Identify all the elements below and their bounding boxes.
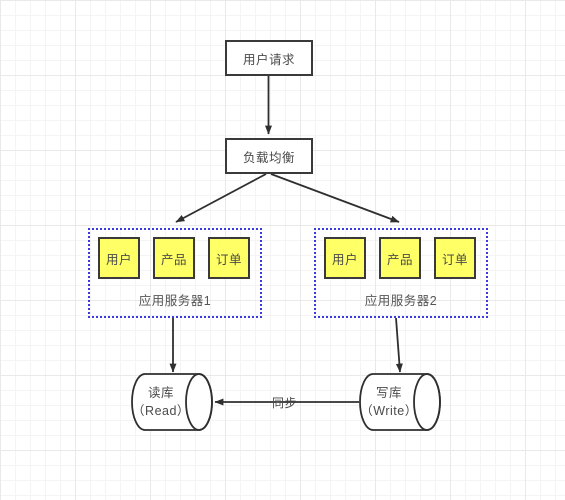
node-write-db-label-secondary: （Write） (360, 404, 418, 418)
node-write-db[interactable]: 写库 （Write） (359, 373, 441, 431)
node-read-db[interactable]: 读库 （Read） (131, 373, 213, 431)
node-read-db-label-primary: 读库 (147, 385, 174, 400)
diagram-canvas: 用户请求 负载均衡 用户 产品 订单 应用服务器1 用户 产品 订单 应用服务器… (0, 0, 565, 500)
service-box-order-1-label: 订单 (215, 252, 242, 267)
node-user-request-label: 用户请求 (242, 52, 295, 67)
service-box-product-2[interactable]: 产品 (379, 237, 421, 279)
node-read-db-labels: 读库 （Read） (131, 373, 191, 431)
node-read-db-label-secondary: （Read） (132, 404, 190, 418)
group-app-server-1[interactable]: 用户 产品 订单 应用服务器1 (88, 228, 262, 318)
node-write-db-labels: 写库 （Write） (359, 373, 419, 431)
service-box-order-1[interactable]: 订单 (208, 237, 250, 279)
service-box-product-1-label: 产品 (160, 252, 187, 267)
service-box-user-2-label: 用户 (331, 252, 358, 267)
service-box-product-2-label: 产品 (386, 252, 413, 267)
service-box-user-1[interactable]: 用户 (98, 237, 140, 279)
service-box-order-2[interactable]: 订单 (434, 237, 476, 279)
service-box-user-2[interactable]: 用户 (324, 237, 366, 279)
group-app-server-1-label: 应用服务器1 (138, 294, 212, 308)
edge-load-balancer-to-app-server-1 (175, 173, 267, 223)
service-box-order-2-label: 订单 (441, 252, 468, 267)
group-app-server-2-label: 应用服务器2 (364, 294, 438, 308)
node-write-db-label-primary: 写库 (375, 385, 402, 400)
service-box-product-1[interactable]: 产品 (153, 237, 195, 279)
edge-label-sync: 同步 (272, 396, 298, 410)
node-load-balancer[interactable]: 负载均衡 (225, 138, 313, 174)
node-user-request[interactable]: 用户请求 (225, 40, 313, 76)
service-box-user-1-label: 用户 (105, 252, 132, 267)
edge-app-server-2-to-write-db (395, 317, 403, 373)
edge-load-balancer-to-app-server-2 (270, 173, 400, 223)
node-load-balancer-label: 负载均衡 (242, 150, 295, 165)
group-app-server-2[interactable]: 用户 产品 订单 应用服务器2 (314, 228, 488, 318)
